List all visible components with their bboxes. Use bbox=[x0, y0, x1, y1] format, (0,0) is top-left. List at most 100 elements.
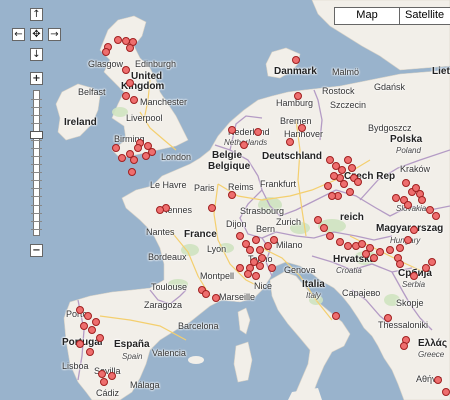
map-marker[interactable] bbox=[340, 180, 348, 188]
zoom-out-button[interactable]: − bbox=[30, 244, 43, 257]
map-marker[interactable] bbox=[202, 290, 210, 298]
map-marker[interactable] bbox=[442, 388, 450, 396]
pan-left-button[interactable]: ← bbox=[12, 28, 25, 41]
zoom-in-button[interactable]: + bbox=[30, 72, 43, 85]
map-marker[interactable] bbox=[236, 264, 244, 272]
map-marker[interactable] bbox=[76, 340, 84, 348]
map-marker[interactable] bbox=[346, 188, 354, 196]
map-marker[interactable] bbox=[252, 272, 260, 280]
map-marker[interactable] bbox=[76, 306, 84, 314]
map-marker[interactable] bbox=[432, 212, 440, 220]
map-marker[interactable] bbox=[428, 258, 436, 266]
map-marker[interactable] bbox=[98, 370, 106, 378]
place-label-valencia: Valencia bbox=[152, 348, 186, 358]
map-marker[interactable] bbox=[84, 312, 92, 320]
map-marker[interactable] bbox=[330, 172, 338, 180]
map-marker[interactable] bbox=[126, 79, 134, 87]
map-marker[interactable] bbox=[130, 156, 138, 164]
map-marker[interactable] bbox=[404, 236, 412, 244]
map-marker[interactable] bbox=[338, 166, 346, 174]
map-marker[interactable] bbox=[134, 144, 142, 152]
map-marker[interactable] bbox=[228, 126, 236, 134]
map-marker[interactable] bbox=[298, 124, 306, 132]
map-marker[interactable] bbox=[418, 196, 426, 204]
map-marker[interactable] bbox=[320, 224, 328, 232]
map-marker[interactable] bbox=[102, 48, 110, 56]
map-marker[interactable] bbox=[268, 264, 276, 272]
map-marker[interactable] bbox=[244, 270, 252, 278]
map-marker[interactable] bbox=[114, 36, 122, 44]
map-marker[interactable] bbox=[246, 246, 254, 254]
map-marker[interactable] bbox=[348, 164, 356, 172]
map-marker[interactable] bbox=[118, 154, 126, 162]
map-marker[interactable] bbox=[256, 262, 264, 270]
map-marker[interactable] bbox=[400, 342, 408, 350]
zoom-slider-handle[interactable] bbox=[30, 130, 43, 139]
map-marker[interactable] bbox=[410, 226, 418, 234]
map-type-satellite-button[interactable]: Satellite bbox=[400, 8, 450, 24]
map-marker[interactable] bbox=[112, 144, 120, 152]
map-marker[interactable] bbox=[252, 236, 260, 244]
map-marker[interactable] bbox=[100, 378, 108, 386]
map-marker[interactable] bbox=[254, 128, 262, 136]
map-marker[interactable] bbox=[404, 201, 412, 209]
map-marker[interactable] bbox=[344, 156, 352, 164]
country-label-ellada: Ελλάς bbox=[418, 338, 448, 349]
map-type-map-button[interactable]: Map bbox=[335, 8, 400, 24]
map-marker[interactable] bbox=[122, 66, 130, 74]
map-marker[interactable] bbox=[376, 248, 384, 256]
pan-center-button[interactable]: ✥ bbox=[30, 28, 43, 41]
pan-down-button[interactable]: ↓ bbox=[30, 48, 43, 61]
map-marker[interactable] bbox=[324, 182, 332, 190]
map-marker[interactable] bbox=[402, 179, 410, 187]
map-marker[interactable] bbox=[264, 242, 272, 250]
map-marker[interactable] bbox=[258, 254, 266, 262]
place-label-cadiz: Cádiz bbox=[96, 388, 120, 398]
map-marker[interactable] bbox=[130, 96, 138, 104]
map-marker[interactable] bbox=[122, 92, 130, 100]
map-marker[interactable] bbox=[156, 206, 164, 214]
map-marker[interactable] bbox=[292, 56, 300, 64]
map-marker[interactable] bbox=[336, 238, 344, 246]
map-marker[interactable] bbox=[294, 92, 302, 100]
map-marker[interactable] bbox=[212, 294, 220, 302]
map-marker[interactable] bbox=[240, 141, 248, 149]
pan-up-button[interactable]: ↑ bbox=[30, 8, 43, 21]
map-marker[interactable] bbox=[142, 152, 150, 160]
map-marker[interactable] bbox=[80, 322, 88, 330]
map-marker[interactable] bbox=[314, 216, 322, 224]
map-marker[interactable] bbox=[128, 168, 136, 176]
map-marker[interactable] bbox=[328, 192, 336, 200]
map-marker[interactable] bbox=[358, 240, 366, 248]
map-marker[interactable] bbox=[384, 314, 392, 322]
map-marker[interactable] bbox=[126, 44, 134, 52]
map-marker[interactable] bbox=[208, 204, 216, 212]
place-label-barcelona: Barcelona bbox=[178, 321, 219, 331]
map-marker[interactable] bbox=[332, 312, 340, 320]
map-marker[interactable] bbox=[396, 244, 404, 252]
map-marker[interactable] bbox=[108, 372, 116, 380]
map-marker[interactable] bbox=[434, 376, 442, 384]
map-marker[interactable] bbox=[326, 232, 334, 240]
place-label-bordeaux: Bordeaux bbox=[148, 252, 187, 262]
map-marker[interactable] bbox=[88, 326, 96, 334]
place-label-manchester: Manchester bbox=[140, 97, 188, 107]
map-marker[interactable] bbox=[256, 246, 264, 254]
map-marker[interactable] bbox=[286, 138, 294, 146]
pan-right-button[interactable]: → bbox=[48, 28, 61, 41]
place-label-belfast: Belfast bbox=[78, 87, 106, 97]
map-marker[interactable] bbox=[362, 250, 370, 258]
map-canvas[interactable]: Glasgow Edinburgh United Kingdom Belfast… bbox=[0, 0, 450, 400]
map-marker[interactable] bbox=[344, 242, 352, 250]
map-marker[interactable] bbox=[410, 272, 418, 280]
map-marker[interactable] bbox=[96, 334, 104, 342]
zoom-slider-track[interactable] bbox=[31, 90, 42, 236]
map-marker[interactable] bbox=[392, 194, 400, 202]
map-marker[interactable] bbox=[86, 348, 94, 356]
map-marker[interactable] bbox=[236, 232, 244, 240]
map-marker[interactable] bbox=[386, 246, 394, 254]
map-marker[interactable] bbox=[92, 318, 100, 326]
map-marker[interactable] bbox=[396, 260, 404, 268]
map-marker[interactable] bbox=[354, 178, 362, 186]
map-marker[interactable] bbox=[228, 191, 236, 199]
